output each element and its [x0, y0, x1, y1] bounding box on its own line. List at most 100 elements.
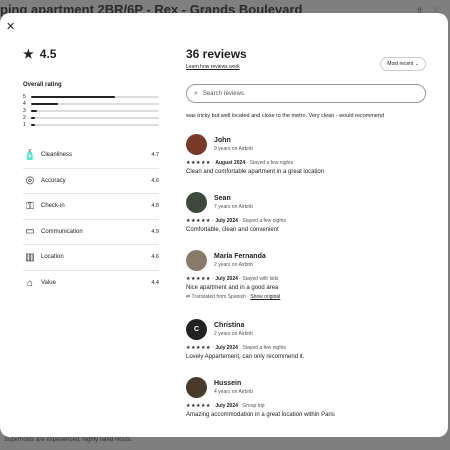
category-score: 4.7 — [151, 152, 159, 159]
rating-bar-row: 3 — [23, 107, 159, 114]
review-meta: ★★★★★ · July 2024 · Stayed with kids — [186, 276, 279, 282]
sort-label: Most recent — [387, 61, 414, 67]
rating-bar-track — [31, 116, 159, 119]
review-text: Lovely Appartement, can only recommend i… — [186, 354, 305, 360]
show-original-link[interactable]: Show original — [250, 294, 280, 300]
reviewer-name: John — [214, 137, 231, 144]
review-stars: ★★★★★ — [186, 160, 211, 166]
trip-type: Group trip — [242, 403, 265, 409]
category-row-accuracy: ◎ Accuracy 4.6 — [23, 169, 159, 194]
review-item: Hussein 4 years on Airbnb ★★★★★ · July 202… — [186, 377, 426, 418]
category-score: 4.8 — [151, 203, 159, 210]
superhost-footer-text: Superhosts are experienced, highly rated… — [4, 437, 133, 443]
review-meta: ★★★★★ · July 2024 · Stayed a few nights — [186, 345, 286, 351]
avatar[interactable] — [186, 134, 207, 155]
reviews-modal: ✕ ★ 4.5 Overall rating 54321 🧴 Cleanlines… — [0, 13, 448, 437]
rating-summary: ★ 4.5 Overall rating 54321 🧴 Cleanliness 4… — [23, 47, 159, 296]
review-date: July 2024 — [215, 218, 238, 224]
trip-type: Stayed a few nights — [242, 345, 286, 351]
review-text: Clean and comfortable apartment in a gre… — [186, 169, 325, 175]
category-score: 4.4 — [151, 280, 159, 287]
category-score: 4.6 — [151, 254, 159, 261]
category-row-check-in: ⚿ Check-in 4.8 — [23, 194, 159, 220]
review-date: July 2024 — [215, 276, 238, 282]
rating-bar-label: 5 — [23, 93, 26, 100]
rating-bar-label: 2 — [23, 114, 26, 121]
chat-bubble-icon: ▭ — [25, 226, 35, 238]
key-icon: ⚿ — [26, 200, 34, 212]
review-header: John 9 years on Airbnb — [186, 134, 426, 155]
review-text: Nice apartment and in a good area — [186, 285, 279, 291]
rating-bar-label: 1 — [23, 121, 26, 128]
search-reviews-input[interactable]: ⌕ Search reviews — [186, 84, 426, 103]
rating-bar-track — [31, 102, 159, 105]
category-label: Communication — [41, 228, 83, 235]
trip-type: Stayed a few nights — [249, 160, 294, 166]
reviewer-tenure: 7 years on Airbnb — [214, 204, 253, 210]
review-text: Amazing accommodation in a great locatio… — [186, 412, 335, 418]
review-meta: ★★★★★ · July 2024 · Stayed a few nights — [186, 218, 286, 224]
category-row-location: ▥ Location 4.6 — [23, 245, 159, 271]
rating-bar-label: 4 — [23, 100, 26, 107]
category-label: Cleanliness — [41, 152, 73, 159]
rating-bar-track — [31, 95, 159, 98]
reviewer-name: Christina — [214, 322, 245, 329]
review-stars: ★★★★★ — [186, 403, 211, 409]
previous-review-snippet: was tricky but well located and close to… — [186, 113, 385, 119]
avatar[interactable] — [186, 250, 207, 271]
review-text: Comfortable, clean and convenient — [186, 227, 279, 233]
tag-icon: ⌂ — [26, 277, 34, 289]
reviewer-tenure: 2 years on Airbnb — [214, 331, 253, 337]
map-icon: ▥ — [25, 251, 35, 263]
sort-dropdown[interactable]: Most recent ⌄ — [380, 57, 426, 71]
review-meta: ★★★★★ · August 2024 · Stayed a few night… — [186, 160, 294, 166]
check-circle-icon: ◎ — [25, 175, 35, 187]
category-score: 4.9 — [151, 228, 159, 235]
avatar[interactable] — [186, 192, 207, 213]
reviewer-name: Hussein — [214, 380, 242, 387]
close-icon[interactable]: ✕ — [6, 20, 15, 33]
rating-bar-row: 5 — [23, 93, 159, 100]
reviewer-tenure: 2 years on Airbnb — [214, 262, 253, 268]
search-placeholder: Search reviews — [202, 90, 244, 97]
overall-rating-value: 4.5 — [39, 47, 57, 61]
review-date: August 2024 — [215, 160, 246, 166]
review-stars: ★★★★★ — [186, 276, 211, 282]
avatar[interactable]: C — [186, 319, 207, 340]
star-icon: ★ — [23, 47, 34, 61]
category-row-communication: ▭ Communication 4.9 — [23, 220, 159, 245]
review-header: C Christina 2 years on Airbnb — [186, 319, 426, 340]
avatar[interactable] — [186, 377, 207, 398]
rating-bar-row: 4 — [23, 100, 159, 107]
review-item: C Christina 2 years on Airbnb ★★★★★ · July … — [186, 319, 426, 360]
rating-bar-track — [31, 109, 159, 112]
rating-bar-fill — [31, 109, 38, 112]
review-date: July 2024 — [215, 403, 238, 409]
review-header: Maria Fernanda 2 years on Airbnb — [186, 250, 426, 271]
category-row-cleanliness: 🧴 Cleanliness 4.7 — [23, 143, 159, 169]
reviews-panel: 36 reviews Learn how reviews work Most r… — [186, 47, 426, 418]
rating-distribution: 54321 — [23, 93, 159, 128]
translation-note: ⇄ Translated from Spanish · Show origina… — [186, 294, 281, 300]
category-row-value: ⌂ Value 4.4 — [23, 271, 159, 297]
review-header: Hussein 4 years on Airbnb — [186, 377, 426, 398]
rating-bar-fill — [31, 116, 35, 119]
review-item: Maria Fernanda 2 years on Airbnb ★★★★★ · J… — [186, 250, 426, 300]
reviewer-tenure: 9 years on Airbnb — [214, 146, 253, 152]
rating-bar-track — [31, 123, 159, 126]
reviewer-name: Sean — [214, 195, 231, 202]
search-icon: ⌕ — [194, 89, 198, 97]
reviewer-tenure: 4 years on Airbnb — [214, 389, 253, 395]
overall-rating-header: ★ 4.5 — [23, 47, 159, 61]
category-label: Value — [41, 280, 56, 287]
overall-rating-label: Overall rating — [23, 82, 62, 88]
trip-type: Stayed a few nights — [242, 218, 286, 224]
rating-bar-row: 1 — [23, 121, 159, 128]
category-label: Location — [41, 254, 64, 261]
trip-type: Stayed with kids — [242, 276, 279, 282]
rating-bar-label: 3 — [23, 107, 26, 114]
review-item: Sean 7 years on Airbnb ★★★★★ · July 2024 ·… — [186, 192, 426, 233]
chevron-down-icon: ⌄ — [414, 61, 419, 67]
review-stars: ★★★★★ — [186, 345, 211, 351]
rating-bar-row: 2 — [23, 114, 159, 121]
